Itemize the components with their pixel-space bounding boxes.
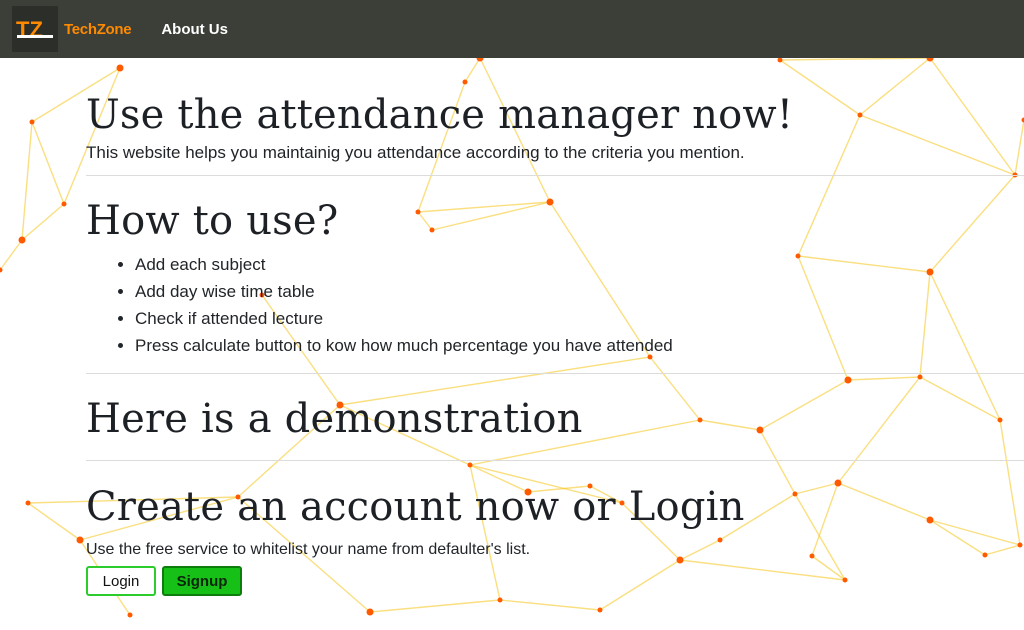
account-title: Create an account now or Login bbox=[86, 484, 745, 530]
auth-buttons: Login Signup bbox=[86, 566, 1024, 596]
login-button[interactable]: Login bbox=[86, 566, 156, 596]
account-description: Use the free service to whitelist your n… bbox=[86, 541, 531, 558]
network-line bbox=[31, 121, 65, 205]
network-node bbox=[497, 597, 503, 603]
list-item: Check if attended lecture bbox=[135, 305, 1024, 332]
divider bbox=[86, 460, 1024, 461]
divider bbox=[86, 175, 1024, 176]
network-node bbox=[127, 612, 133, 618]
network-node bbox=[366, 608, 374, 616]
network-line bbox=[27, 502, 81, 541]
hero-description: This website helps you maintainig you at… bbox=[86, 143, 745, 162]
list-item: Add each subject bbox=[135, 251, 1024, 278]
signup-button[interactable]: Signup bbox=[162, 566, 242, 596]
network-line bbox=[369, 599, 501, 613]
page: TZ TechZone About Us Use the attendance … bbox=[0, 0, 1024, 630]
network-node bbox=[61, 201, 67, 207]
navbar: TZ TechZone About Us bbox=[0, 0, 1024, 58]
demo-title: Here is a demonstration bbox=[86, 396, 583, 442]
network-node bbox=[25, 500, 31, 506]
how-to-title: How to use? bbox=[86, 198, 339, 244]
network-line bbox=[499, 599, 601, 611]
network-line bbox=[21, 203, 65, 241]
list-item: Press calculate button to kow how much p… bbox=[135, 332, 1024, 359]
network-node bbox=[76, 536, 84, 544]
divider bbox=[86, 373, 1024, 374]
network-node bbox=[29, 119, 35, 125]
techzone-logo-icon: TZ bbox=[12, 6, 58, 52]
brand-link[interactable]: TZ TechZone bbox=[12, 6, 132, 52]
steps-list: Add each subject Add day wise time table… bbox=[86, 251, 1024, 359]
hero-title: Use the attendance manager now! bbox=[86, 92, 794, 138]
list-item: Add day wise time table bbox=[135, 278, 1024, 305]
main-content: Use the attendance manager now! This web… bbox=[86, 58, 1024, 596]
brand-name: TechZone bbox=[64, 20, 132, 38]
nav-about-us[interactable]: About Us bbox=[161, 21, 228, 38]
network-line bbox=[21, 121, 33, 241]
network-node bbox=[18, 236, 26, 244]
network-node bbox=[597, 607, 603, 613]
network-line bbox=[0, 239, 23, 271]
